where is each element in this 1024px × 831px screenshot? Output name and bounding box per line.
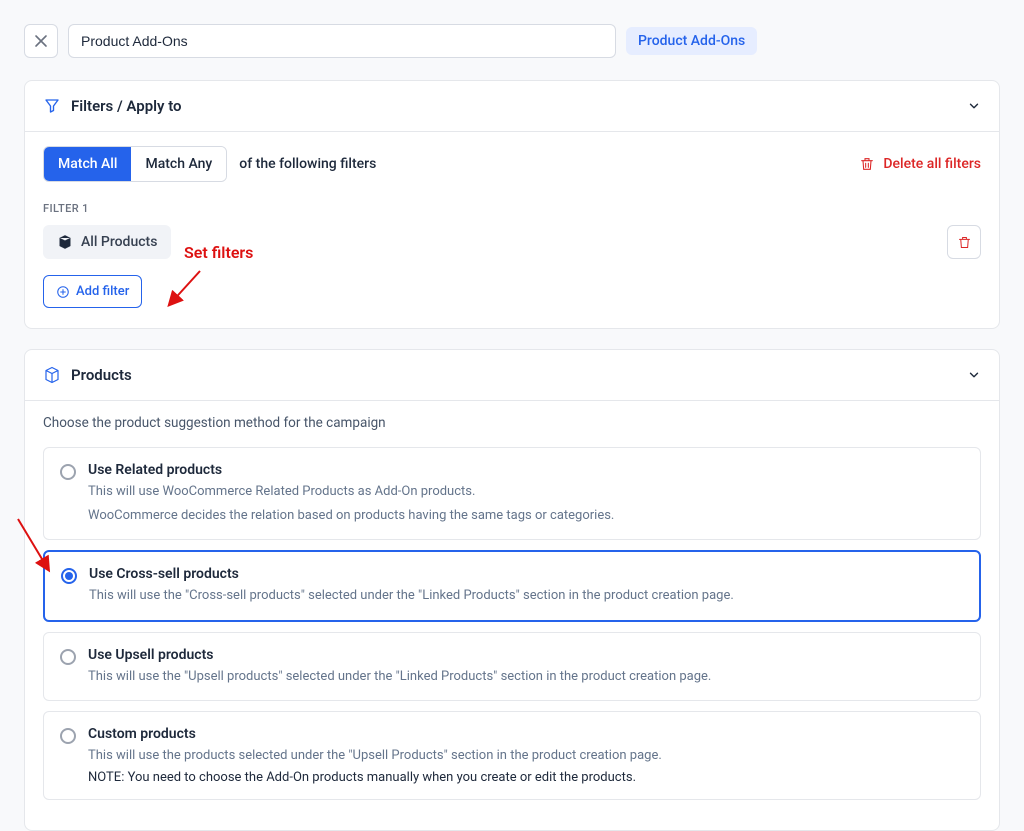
delete-filter-button[interactable] — [947, 225, 981, 259]
products-card-body: Choose the product suggestion method for… — [25, 400, 999, 830]
chevron-down-icon — [967, 368, 981, 382]
option-desc: WooCommerce decides the relation based o… — [88, 506, 614, 526]
match-toggle: Match All Match Any — [43, 146, 227, 182]
option-title: Use Upsell products — [88, 647, 711, 663]
option-desc: This will use the "Cross-sell products" … — [89, 586, 734, 606]
match-any-toggle[interactable]: Match Any — [131, 147, 226, 181]
radio-icon — [61, 568, 77, 584]
cube-icon — [57, 234, 73, 250]
filters-card-body: Match All Match Any of the following fil… — [25, 131, 999, 328]
filter-icon — [43, 97, 61, 115]
campaign-type-badge: Product Add-Ons — [626, 27, 757, 55]
products-card-header[interactable]: Products — [25, 350, 999, 400]
filter-chip-all-products[interactable]: All Products — [43, 225, 171, 259]
filters-card: Filters / Apply to Match All Match Any o… — [24, 80, 1000, 329]
option-title: Use Related products — [88, 462, 614, 478]
option-desc: This will use WooCommerce Related Produc… — [88, 482, 614, 502]
filters-card-title: Filters / Apply to — [71, 97, 967, 115]
close-icon — [34, 34, 48, 48]
products-intro: Choose the product suggestion method for… — [43, 415, 981, 431]
option-upsell-products[interactable]: Use Upsell products This will use the "U… — [43, 632, 981, 702]
radio-icon — [60, 728, 76, 744]
trash-icon — [957, 235, 972, 250]
delete-all-label: Delete all filters — [883, 156, 981, 172]
products-card-title: Products — [71, 366, 967, 384]
filter-row: All Products — [43, 225, 981, 259]
option-title: Use Cross-sell products — [89, 566, 734, 582]
add-filter-label: Add filter — [76, 284, 129, 299]
option-custom-products[interactable]: Custom products This will use the produc… — [43, 711, 981, 800]
following-text: of the following filters — [239, 156, 376, 172]
radio-icon — [60, 649, 76, 665]
option-desc: This will use the products selected unde… — [88, 746, 662, 766]
chevron-down-icon — [967, 99, 981, 113]
option-note: NOTE: You need to choose the Add-On prod… — [88, 770, 662, 785]
option-related-products[interactable]: Use Related products This will use WooCo… — [43, 447, 981, 540]
add-filter-button[interactable]: Add filter — [43, 275, 142, 308]
option-title: Custom products — [88, 726, 662, 742]
trash-icon — [859, 156, 875, 172]
cube-outline-icon — [43, 366, 61, 384]
delete-all-filters-button[interactable]: Delete all filters — [859, 156, 981, 172]
close-button[interactable] — [24, 24, 58, 58]
filter-1-label: FILTER 1 — [43, 202, 981, 215]
filter-chip-label: All Products — [81, 234, 157, 250]
campaign-name-input[interactable] — [68, 24, 616, 58]
match-all-toggle[interactable]: Match All — [44, 147, 131, 181]
top-bar: Product Add-Ons — [24, 24, 1000, 58]
products-card: Products Choose the product suggestion m… — [24, 349, 1000, 831]
radio-icon — [60, 464, 76, 480]
filters-card-header[interactable]: Filters / Apply to — [25, 81, 999, 131]
plus-circle-icon — [56, 285, 70, 299]
option-desc: This will use the "Upsell products" sele… — [88, 667, 711, 687]
option-cross-sell-products[interactable]: Use Cross-sell products This will use th… — [43, 550, 981, 622]
